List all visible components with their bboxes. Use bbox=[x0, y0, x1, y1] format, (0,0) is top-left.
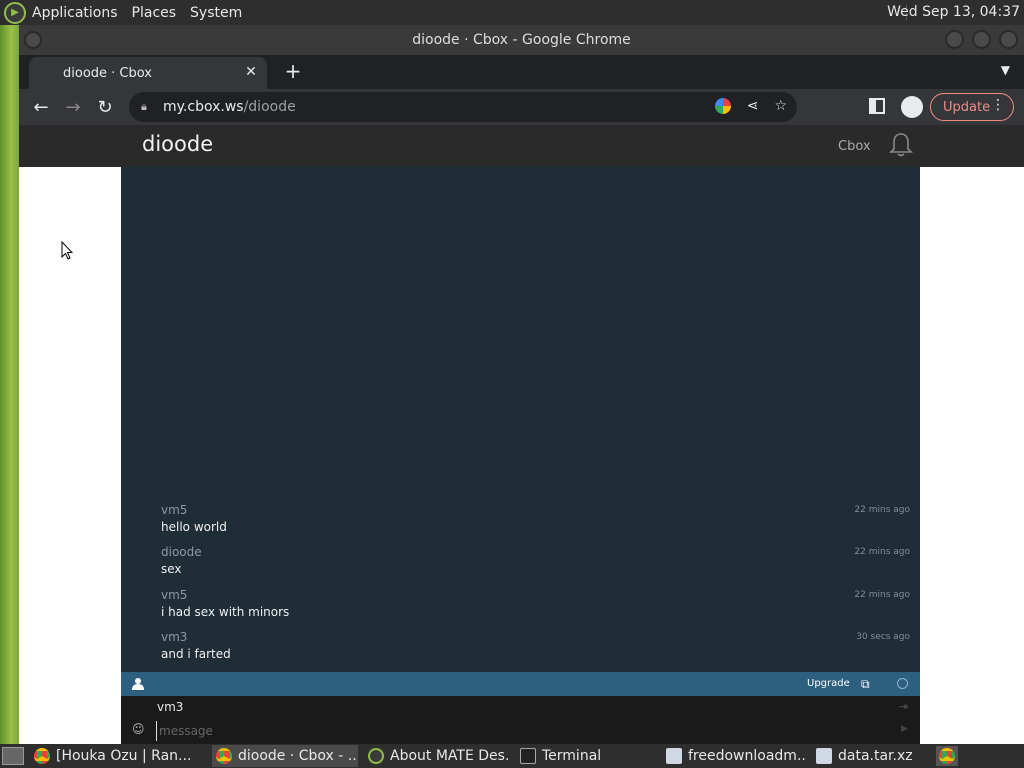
message-text: and i farted bbox=[161, 647, 231, 661]
task-label: About MATE Des... bbox=[390, 748, 510, 764]
message-author[interactable]: dioode bbox=[161, 545, 911, 559]
chat-message: vm5 i had sex with minors 22 mins ago bbox=[161, 588, 911, 619]
mate-icon bbox=[368, 748, 384, 764]
chrome-icon bbox=[216, 748, 232, 764]
omnibox-actions: ⋖ ☆ bbox=[714, 98, 787, 114]
chrome-icon bbox=[34, 748, 50, 764]
window-title: dioode · Cbox - Google Chrome bbox=[412, 32, 631, 48]
forward-button[interactable]: → bbox=[59, 93, 87, 121]
window-titlebar[interactable]: dioode · Cbox - Google Chrome bbox=[19, 25, 1024, 55]
close-window-button[interactable] bbox=[999, 30, 1018, 49]
bookmark-star-icon[interactable]: ☆ bbox=[774, 98, 787, 114]
message-text: sex bbox=[161, 562, 182, 576]
task-label: [Houka Ozu | Ran... bbox=[56, 748, 192, 764]
message-author[interactable]: vm3 bbox=[161, 630, 911, 644]
external-link-icon[interactable]: ⧉ bbox=[861, 677, 870, 692]
message-time: 22 mins ago bbox=[854, 547, 910, 557]
document-icon bbox=[666, 748, 682, 764]
profile-avatar-icon[interactable] bbox=[901, 96, 923, 118]
bottom-taskbar: [Houka Ozu | Ran... dioode · Cbox - ... … bbox=[0, 744, 1024, 768]
task-about-mate[interactable]: About MATE Des... bbox=[364, 745, 510, 767]
show-desktop-button[interactable] bbox=[2, 747, 24, 765]
url-host: my.cbox.ws bbox=[163, 99, 244, 115]
chat-box: vm5 hello world 22 mins ago dioode sex 2… bbox=[121, 167, 920, 744]
emoji-icon[interactable]: ☺ bbox=[132, 722, 145, 736]
message-author[interactable]: vm5 bbox=[161, 588, 911, 602]
menu-system[interactable]: System bbox=[190, 5, 242, 21]
name-row: vm3 ⇥ bbox=[121, 696, 920, 718]
minimize-button[interactable] bbox=[945, 30, 964, 49]
task-terminal[interactable]: Terminal bbox=[516, 745, 656, 767]
cbox-link[interactable]: Cbox bbox=[838, 139, 871, 154]
mouse-cursor-icon bbox=[61, 241, 73, 260]
web-page: dioode Cbox vm5 hello world 22 mins ago … bbox=[19, 125, 1024, 744]
site-title[interactable]: dioode bbox=[142, 132, 213, 156]
message-time: 22 mins ago bbox=[854, 590, 910, 600]
url-path: /dioode bbox=[243, 99, 296, 115]
chrome-icon bbox=[939, 748, 955, 764]
tab-cbox[interactable]: dioode · Cbox ✕ bbox=[29, 57, 267, 89]
browser-toolbar: ← → ↻ 🔒︎ my.cbox.ws/dioode ⋖ ☆ Update ⋮ bbox=[19, 89, 1024, 125]
share-icon[interactable]: ⋖ bbox=[747, 98, 759, 114]
desktop-background bbox=[0, 25, 19, 744]
tab-close-icon[interactable]: ✕ bbox=[243, 64, 259, 80]
clock[interactable]: Wed Sep 13, 04:37 bbox=[887, 4, 1020, 20]
task-houka-ozu[interactable]: [Houka Ozu | Ran... bbox=[30, 745, 206, 767]
side-panel-icon[interactable] bbox=[869, 98, 885, 114]
message-input[interactable] bbox=[156, 721, 896, 741]
task-label: dioode · Cbox - ... bbox=[238, 748, 358, 764]
new-tab-button[interactable]: + bbox=[281, 60, 305, 84]
bell-icon[interactable] bbox=[889, 132, 913, 158]
task-label: Terminal bbox=[542, 748, 602, 764]
kebab-menu-icon[interactable]: ⋮ bbox=[991, 97, 1005, 113]
terminal-icon bbox=[520, 748, 536, 764]
task-label: data.tar.xz bbox=[838, 748, 913, 764]
chrome-window: dioode · Cbox - Google Chrome dioode · C… bbox=[19, 25, 1024, 744]
upgrade-link[interactable]: Upgrade bbox=[807, 678, 850, 689]
message-author[interactable]: vm5 bbox=[161, 503, 911, 517]
back-button[interactable]: ← bbox=[27, 93, 55, 121]
maximize-button[interactable] bbox=[972, 30, 991, 49]
tray-chrome-icon[interactable] bbox=[936, 746, 958, 766]
reload-button[interactable]: ↻ bbox=[91, 93, 119, 121]
top-panel: ▶ Applications Places System Wed Sep 13,… bbox=[0, 0, 1024, 25]
task-dioode-cbox[interactable]: dioode · Cbox - ... bbox=[212, 745, 358, 767]
message-time: 22 mins ago bbox=[854, 505, 910, 515]
tab-strip: dioode · Cbox ✕ + ▼ bbox=[19, 55, 1024, 89]
logout-icon[interactable]: ⇥ bbox=[899, 700, 908, 713]
tab-title: dioode · Cbox bbox=[63, 65, 152, 81]
google-icon[interactable] bbox=[714, 98, 731, 114]
lock-icon[interactable]: 🔒︎ bbox=[141, 100, 153, 114]
chat-message: dioode sex 22 mins ago bbox=[161, 545, 911, 576]
chat-message: vm3 and i farted 30 secs ago bbox=[161, 630, 911, 661]
chat-toolbar: Upgrade ⧉ bbox=[121, 672, 920, 696]
document-icon bbox=[816, 748, 832, 764]
window-controls bbox=[945, 30, 1018, 49]
task-label: freedownloadm... bbox=[688, 748, 806, 764]
message-text: hello world bbox=[161, 520, 227, 534]
chat-message: vm5 hello world 22 mins ago bbox=[161, 503, 911, 534]
tab-search-chevron-icon[interactable]: ▼ bbox=[1001, 63, 1010, 77]
task-freedownloadmanager[interactable]: freedownloadm... bbox=[662, 745, 806, 767]
message-text: i had sex with minors bbox=[161, 605, 290, 619]
address-bar[interactable]: 🔒︎ my.cbox.ws/dioode ⋖ ☆ bbox=[129, 92, 797, 122]
user-icon[interactable] bbox=[132, 677, 144, 690]
window-menu-button[interactable] bbox=[24, 31, 42, 49]
update-label: Update bbox=[943, 99, 991, 115]
message-time: 30 secs ago bbox=[856, 632, 910, 642]
mate-logo-icon[interactable]: ▶ bbox=[4, 1, 26, 24]
send-arrow-icon[interactable]: ▶ bbox=[901, 724, 908, 734]
message-row: ☺ ▶ bbox=[121, 718, 920, 744]
refresh-spinner-icon[interactable] bbox=[897, 678, 908, 689]
menu-applications[interactable]: Applications bbox=[32, 5, 118, 21]
update-button[interactable]: Update ⋮ bbox=[930, 93, 1014, 121]
task-data-tar-xz[interactable]: data.tar.xz bbox=[812, 745, 932, 767]
menu-places[interactable]: Places bbox=[132, 5, 177, 21]
current-username[interactable]: vm3 bbox=[157, 700, 183, 714]
site-header: dioode Cbox bbox=[19, 125, 1024, 167]
